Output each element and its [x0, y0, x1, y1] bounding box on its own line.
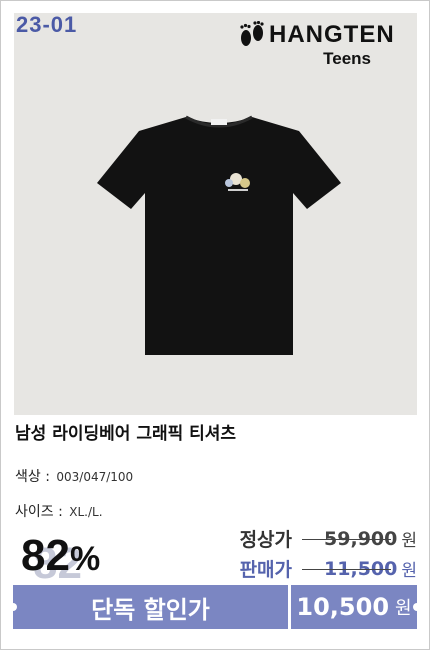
sale-price-value: 11,500 — [302, 558, 397, 580]
regular-price-value: 59,900 — [302, 528, 397, 550]
size-value: XL./L. — [69, 505, 103, 519]
exclusive-label: 단독 할인가 — [91, 595, 210, 624]
regular-price-row: 정상가 59,900 원 — [240, 525, 417, 552]
product-image[interactable]: 23-01 HANGTEN Teens — [14, 13, 417, 415]
size-info: 사이즈 : XL./L. — [15, 501, 103, 521]
regular-price-currency: 원 — [401, 531, 417, 551]
color-value: 003/047/100 — [56, 470, 134, 484]
sale-price-row: 판매가 11,500 원 — [240, 555, 417, 582]
exclusive-price: 10,500 — [296, 593, 390, 621]
exclusive-currency: 원 — [395, 598, 412, 619]
discount-badge: 82 82% — [21, 531, 101, 588]
sale-price-currency: 원 — [401, 561, 417, 581]
discount-unit: % — [69, 540, 101, 578]
brand-logo: HANGTEN Teens — [239, 21, 407, 73]
color-info: 색상 : 003/047/100 — [15, 466, 133, 486]
discount-percent: 82 — [21, 531, 70, 580]
exclusive-price-bar[interactable]: 단독 할인가 10,500 원 — [9, 585, 421, 629]
brand-name: HANGTEN — [269, 21, 395, 48]
product-code: 23-01 — [16, 13, 78, 37]
sale-price-label: 판매가 — [239, 559, 293, 581]
size-label: 사이즈 : — [15, 504, 63, 520]
tshirt-image — [97, 115, 341, 355]
regular-price-label: 정상가 — [239, 529, 293, 551]
exclusive-price-box[interactable]: 10,500 원 — [291, 585, 421, 629]
color-label: 색상 : — [15, 469, 50, 485]
exclusive-label-box[interactable]: 단독 할인가 — [9, 585, 288, 629]
brand-sub: Teens — [323, 49, 371, 68]
footprints-icon — [240, 21, 264, 46]
product-title[interactable]: 남성 라이딩베어 그래픽 티셔츠 — [15, 419, 236, 444]
product-card[interactable]: 23-01 HANGTEN Teens 남성 라이딩베어 그래픽 티셔츠 색상 … — [0, 0, 430, 650]
